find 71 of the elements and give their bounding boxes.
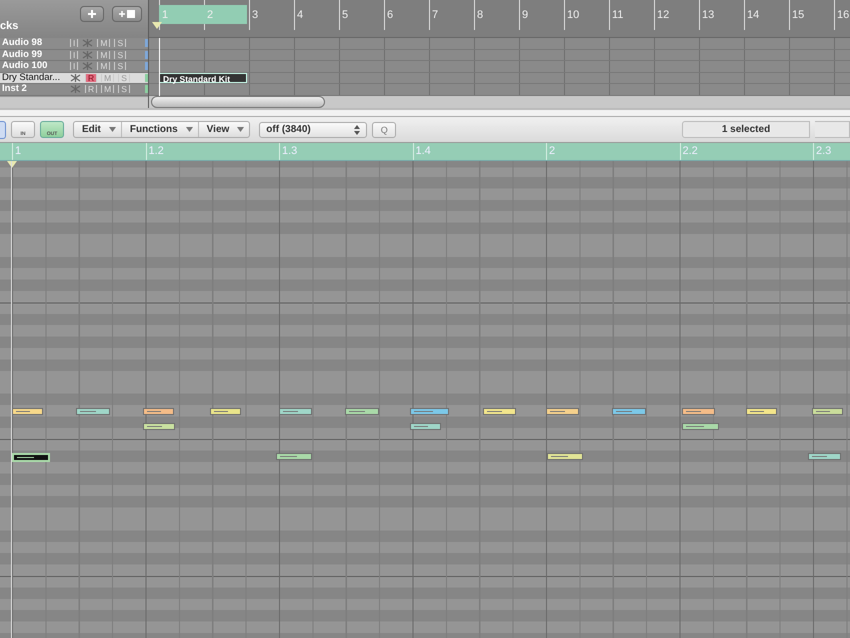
track-name: Audio 98 <box>2 38 44 48</box>
selection-count: 1 selected <box>682 121 810 138</box>
bar-number: 3 <box>252 9 258 21</box>
menu-button[interactable]: Edit <box>74 122 122 137</box>
bar-number: 8 <box>477 9 484 21</box>
track-toggle[interactable]: M <box>101 74 114 82</box>
caret-icon <box>108 127 116 132</box>
stepper-icon <box>354 124 360 134</box>
toolbar-button-edge[interactable] <box>0 120 6 138</box>
beat-label: 2.2 <box>680 143 813 160</box>
info-field <box>815 121 850 138</box>
track-row[interactable]: Dry Standar... R M S <box>0 72 148 84</box>
track-toggle[interactable]: R <box>85 85 98 94</box>
freeze-icon[interactable] <box>70 74 81 82</box>
track-toggle[interactable]: M <box>97 39 110 48</box>
track-toggle[interactable]: M <box>101 85 114 94</box>
bar-number: 15 <box>792 9 804 21</box>
bar-number: 5 <box>342 9 348 21</box>
track-name: Audio 99 <box>2 50 44 60</box>
freeze-icon[interactable] <box>82 62 94 70</box>
bar-number: 7 <box>432 9 438 21</box>
track-row[interactable]: Audio 98 I M S <box>0 38 148 50</box>
bar-number: 14 <box>747 9 760 21</box>
freeze-icon[interactable] <box>70 85 81 94</box>
bar-number: 10 <box>567 9 580 21</box>
add-track-button[interactable] <box>80 6 104 22</box>
bar-number: 16 <box>837 9 850 21</box>
beat-label: 1.4 <box>412 143 546 160</box>
track-name: Audio 100 <box>2 61 48 72</box>
bar-number: 6 <box>387 9 394 21</box>
track-name: Inst 2 <box>2 84 28 94</box>
track-toggle[interactable]: S <box>118 74 130 82</box>
caret-icon <box>186 127 193 132</box>
tracks-title: cks <box>0 20 20 32</box>
beat-label: 2 <box>546 143 680 160</box>
beat-label: 1.2 <box>146 143 279 160</box>
quantize-select[interactable]: off (3840) <box>259 122 368 138</box>
menu-button[interactable]: View <box>198 122 250 137</box>
freeze-icon[interactable] <box>82 50 94 59</box>
track-toggle[interactable]: S <box>114 39 126 48</box>
track-toggle[interactable]: S <box>114 62 126 70</box>
bar-number: 12 <box>657 9 670 21</box>
bar-number: 9 <box>522 9 528 21</box>
track-toggle[interactable]: I <box>70 62 78 70</box>
track-name: Dry Standar... <box>2 72 62 83</box>
track-toggle[interactable]: R <box>85 74 98 82</box>
track-toggle[interactable]: I <box>70 50 78 59</box>
beat-label: 1.3 <box>279 143 412 160</box>
bar-number: 4 <box>297 9 304 21</box>
scroll-thumb[interactable] <box>151 96 325 108</box>
midi-region[interactable]: Dry Standard Kit <box>159 72 247 82</box>
bar-number: 2 <box>207 9 214 21</box>
bar-number: 11 <box>612 9 624 21</box>
track-toggle[interactable]: I <box>70 39 78 48</box>
plus-icon <box>87 9 97 19</box>
plus-folder-icon <box>119 9 135 19</box>
beat-label: 1 <box>12 143 146 160</box>
freeze-icon[interactable] <box>82 39 94 48</box>
track-row[interactable]: Audio 99 I M S <box>0 50 148 61</box>
track-toggle[interactable]: S <box>114 50 126 59</box>
quantize-button[interactable]: Q <box>372 122 396 138</box>
bar-number: 13 <box>702 9 714 21</box>
duplicate-track-button[interactable] <box>112 6 142 22</box>
caret-icon <box>237 127 244 132</box>
track-toggle[interactable]: M <box>97 50 110 59</box>
menu-button[interactable]: Functions <box>122 122 199 137</box>
track-toggle[interactable]: S <box>118 85 130 94</box>
track-toggle[interactable]: M <box>97 62 110 70</box>
bar-number: 1 <box>162 9 168 21</box>
playhead-icon[interactable] <box>152 22 162 29</box>
beat-label: 2.3 <box>813 143 850 160</box>
